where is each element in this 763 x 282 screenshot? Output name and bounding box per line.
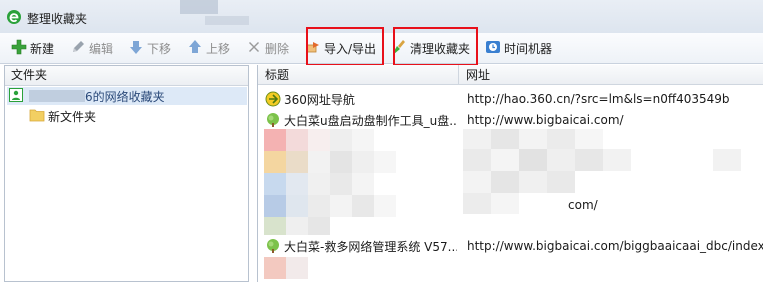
folder-pane-header: 文件夹 bbox=[5, 66, 248, 86]
bookmark-row[interactable]: 360网址导航 http://hao.360.cn/?src=lm&ls=n0f… bbox=[258, 89, 763, 109]
edit-button[interactable]: 编辑 bbox=[70, 39, 113, 57]
folder-root-label: 6的网络收藏夹 bbox=[85, 89, 165, 104]
delete-label: 删除 bbox=[265, 41, 290, 56]
blurred-region bbox=[180, 0, 218, 14]
bookmark-title: 大白菜u盘启动盘制作工具_u盘... bbox=[284, 113, 457, 128]
new-label: 新建 bbox=[30, 41, 55, 56]
bookmark-url: http://hao.360.cn/?src=lm&ls=n0ff403549b bbox=[467, 92, 730, 106]
plus-icon bbox=[11, 39, 30, 58]
folder-tree-root[interactable]: 6的网络收藏夹 bbox=[7, 87, 247, 105]
folder-pane: 文件夹 6的网络收藏夹 新文件夹 bbox=[4, 65, 249, 282]
bookmark-row[interactable]: 大白菜u盘启动盘制作工具_u盘... http://www.bigbaicai.… bbox=[258, 110, 763, 130]
bookmark-list: 标题 网址 360网址导航 http://hao.360.cn/?src=lm&… bbox=[257, 65, 763, 282]
user-folder-icon bbox=[9, 87, 23, 105]
cleanup-highlight bbox=[393, 27, 478, 66]
blurred-region bbox=[29, 90, 85, 102]
move-up-button[interactable]: 上移 bbox=[187, 39, 230, 57]
app-e-icon bbox=[6, 9, 22, 28]
cabbage-icon bbox=[265, 112, 281, 128]
folder-child-label: 新文件夹 bbox=[48, 109, 97, 124]
time-machine-label: 时间机器 bbox=[504, 41, 553, 56]
column-header-url[interactable]: 网址 bbox=[459, 65, 763, 85]
move-down-label: 下移 bbox=[147, 41, 172, 56]
window-title: 整理收藏夹 bbox=[27, 12, 88, 26]
pencil-icon bbox=[70, 39, 89, 58]
folder-tree-item[interactable]: 新文件夹 bbox=[29, 107, 96, 125]
pixelated-region bbox=[264, 129, 464, 279]
folder-icon bbox=[29, 108, 45, 125]
new-button[interactable]: 新建 bbox=[11, 39, 54, 57]
delete-button[interactable]: 删除 bbox=[246, 39, 289, 57]
bookmark-url: http://www.bigbaicai.com/biggbaaicaai_db… bbox=[467, 239, 763, 253]
bookmark-url: http://www.bigbaicai.com/ bbox=[467, 113, 624, 127]
clock-icon bbox=[485, 39, 504, 58]
close-x-icon bbox=[246, 39, 265, 58]
pixelated-region bbox=[463, 129, 763, 214]
import-export-highlight bbox=[306, 27, 384, 66]
arrow-up-icon bbox=[187, 39, 206, 58]
bookmark-title: 360网址导航 bbox=[284, 92, 355, 107]
column-header-title[interactable]: 标题 bbox=[258, 65, 459, 85]
time-machine-button[interactable]: 时间机器 bbox=[485, 39, 552, 57]
blurred-region bbox=[205, 16, 249, 25]
move-up-label: 上移 bbox=[206, 41, 231, 56]
edit-label: 编辑 bbox=[89, 41, 114, 56]
move-down-button[interactable]: 下移 bbox=[128, 39, 171, 57]
360-icon bbox=[265, 91, 281, 107]
arrow-down-icon bbox=[128, 39, 147, 58]
